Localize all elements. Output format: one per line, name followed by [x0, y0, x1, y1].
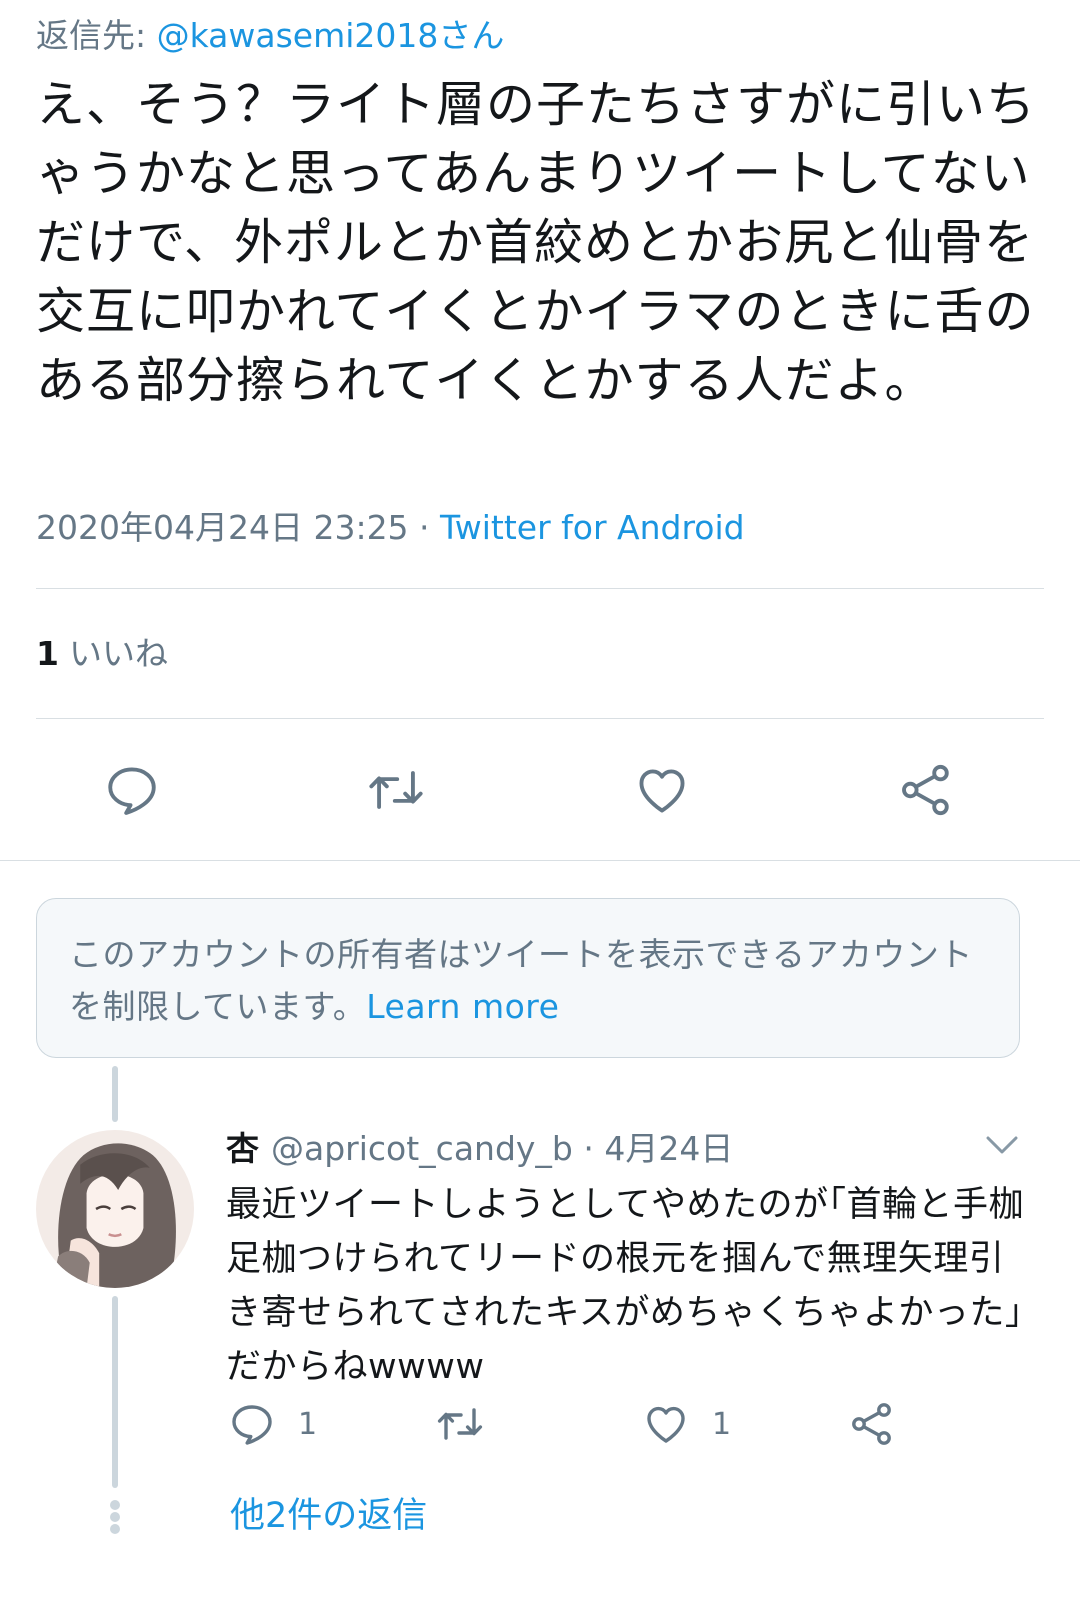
reply-icon	[232, 1405, 272, 1445]
reply-icon	[108, 767, 156, 815]
header-separator: ·	[572, 1129, 605, 1168]
divider	[36, 718, 1044, 719]
retweet-icon	[437, 1408, 483, 1440]
thread-dot	[110, 1500, 120, 1510]
reply-share-button[interactable]	[848, 1398, 896, 1450]
like-button[interactable]	[630, 758, 694, 822]
like-label: いいね	[68, 634, 168, 673]
retweet-button[interactable]	[364, 758, 428, 822]
thread-line	[112, 1066, 118, 1122]
more-options-button[interactable]	[982, 1130, 1022, 1160]
tweet-source[interactable]: Twitter for Android	[440, 508, 745, 547]
share-icon	[902, 764, 949, 816]
restricted-notice: このアカウントの所有者はツイートを表示できるアカウントを制限しています。Lear…	[36, 898, 1020, 1058]
reply-header: 杏 @apricot_candy_b · 4月24日	[226, 1126, 733, 1172]
like-count: 1	[36, 634, 59, 673]
likes-summary[interactable]: 1 いいね	[36, 632, 168, 676]
reply-retweet-button[interactable]	[436, 1398, 484, 1450]
thread-dot	[110, 1512, 120, 1522]
more-replies-link[interactable]: 他2件の返信	[230, 1493, 427, 1539]
avatar-illustration	[36, 1130, 194, 1288]
reply-reply-button[interactable]: 1	[228, 1398, 317, 1450]
reply-text: 最近ツイートしようとしてやめたのが｢首輪と手枷足枷つけられてリードの根元を掴んで…	[226, 1185, 1024, 1387]
reply-to-handle[interactable]: @kawasemi2018さん	[157, 16, 505, 55]
like-icon	[639, 769, 685, 813]
thread-line	[112, 1296, 118, 1488]
chevron-down-icon	[986, 1136, 1018, 1154]
tweet-timestamp[interactable]: 2020年04月24日 23:25	[36, 508, 409, 547]
share-icon	[852, 1403, 891, 1445]
author-name[interactable]: 杏	[226, 1129, 259, 1168]
learn-more-link[interactable]: Learn more	[366, 987, 559, 1026]
reply-to-line: 返信先: @kawasemi2018さん	[36, 14, 504, 58]
author-handle[interactable]: @apricot_candy_b	[271, 1129, 573, 1168]
avatar[interactable]	[36, 1130, 194, 1288]
divider	[36, 588, 1044, 589]
tweet-meta: 2020年04月24日 23:25 · Twitter for Android	[36, 506, 745, 550]
thread-dot	[110, 1524, 120, 1534]
retweet-icon	[369, 771, 423, 809]
like-icon	[647, 1406, 685, 1443]
share-button[interactable]	[894, 758, 958, 822]
meta-separator: ·	[408, 508, 441, 547]
reply-button[interactable]	[100, 758, 164, 822]
tweet-text: え、そう？ライト層の子たちさすがに引いちゃうかなと思ってあんまりツイートしてない…	[36, 76, 1037, 409]
reply-to-prefix: 返信先:	[36, 16, 157, 55]
section-divider	[0, 860, 1080, 861]
reply-like-button[interactable]: 1	[642, 1398, 731, 1450]
reply-count: 1	[298, 1406, 318, 1442]
reply-like-count: 1	[712, 1406, 732, 1442]
reply-date[interactable]: 4月24日	[604, 1129, 733, 1168]
